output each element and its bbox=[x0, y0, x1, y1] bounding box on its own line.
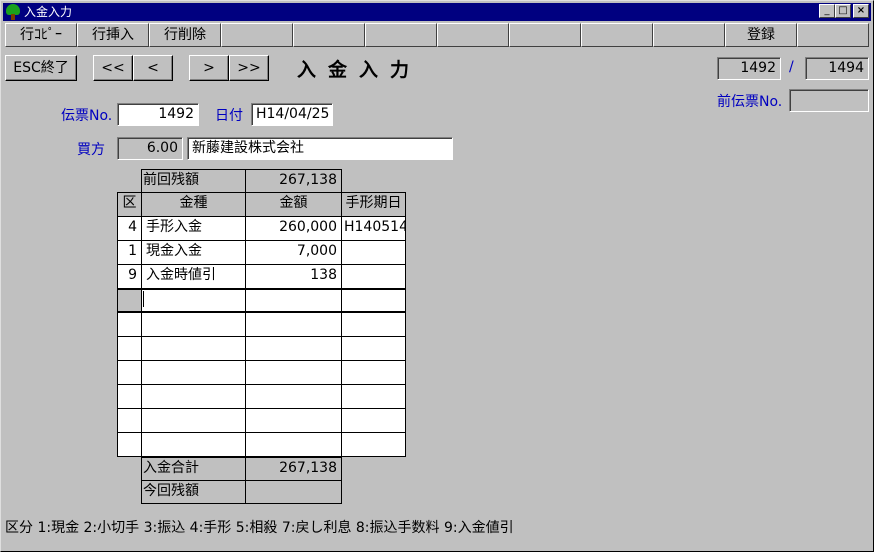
row-1-amount[interactable]: 260,000 bbox=[245, 216, 342, 241]
function-key-4[interactable] bbox=[221, 23, 293, 47]
next-record-button[interactable]: > bbox=[189, 55, 229, 81]
row-2-amount[interactable]: 7,000 bbox=[245, 240, 342, 265]
row-3-kind[interactable]: 入金時値引 bbox=[141, 264, 246, 289]
current-balance-label: 今回残額 bbox=[141, 480, 246, 504]
copy-row-button[interactable]: 行ｺﾋﾟｰ bbox=[5, 23, 77, 47]
prev-balance-value: 267,138 bbox=[245, 169, 342, 193]
function-key-7[interactable] bbox=[437, 23, 509, 47]
screen-title: 入金入力 bbox=[297, 59, 422, 81]
row-1-due[interactable]: H140514 bbox=[341, 216, 406, 241]
close-icon[interactable]: × bbox=[853, 4, 869, 18]
grid-empty-cell[interactable] bbox=[141, 408, 246, 433]
col-kubun-header: 区 bbox=[117, 192, 142, 217]
prev-voucher-field bbox=[789, 89, 869, 112]
grid-empty-cell[interactable] bbox=[341, 408, 406, 433]
date-label: 日付 bbox=[215, 108, 243, 124]
row-4-kind[interactable] bbox=[141, 288, 246, 313]
row-4-amount[interactable] bbox=[245, 288, 342, 313]
grid-empty-cell[interactable] bbox=[341, 384, 406, 409]
prev-balance-label: 前回残額 bbox=[141, 169, 246, 193]
grid-empty-cell[interactable] bbox=[117, 408, 142, 433]
grid-empty-cell[interactable] bbox=[245, 336, 342, 361]
function-key-6[interactable] bbox=[365, 23, 437, 47]
function-key-9[interactable] bbox=[581, 23, 653, 47]
grid-empty-cell[interactable] bbox=[245, 360, 342, 385]
row-2-due[interactable] bbox=[341, 240, 406, 265]
row-3-amount[interactable]: 138 bbox=[245, 264, 342, 289]
grid-empty-cell[interactable] bbox=[245, 408, 342, 433]
grid-empty-cell[interactable] bbox=[141, 432, 246, 457]
payment-total-label: 入金合計 bbox=[141, 457, 246, 481]
first-record-button[interactable]: << bbox=[93, 55, 133, 81]
col-amount-header: 金額 bbox=[245, 192, 342, 217]
row-3-kubun[interactable]: 9 bbox=[117, 264, 142, 289]
app-window: 入金入力 _ □ × 行ｺﾋﾟｰ 行挿入 行削除 登録 ESC終了 << < >… bbox=[0, 0, 874, 552]
maximize-icon[interactable]: □ bbox=[835, 4, 851, 18]
grid-empty-cell[interactable] bbox=[117, 312, 142, 337]
grid-empty-cell[interactable] bbox=[245, 432, 342, 457]
title-bar[interactable]: 入金入力 _ □ × bbox=[3, 3, 871, 21]
row-4-kubun[interactable] bbox=[117, 288, 142, 313]
grid-empty-cell[interactable] bbox=[141, 360, 246, 385]
row-2-kind[interactable]: 現金入金 bbox=[141, 240, 246, 265]
voucher-no-label: 伝票No. bbox=[61, 108, 113, 124]
current-record-field: 1492 bbox=[717, 57, 781, 80]
register-button[interactable]: 登録 bbox=[725, 23, 797, 47]
category-legend: 区分 1:現金 2:小切手 3:振込 4:手形 5:相殺 7:戻し利息 8:振込… bbox=[5, 520, 514, 536]
last-record-button[interactable]: >> bbox=[229, 55, 269, 81]
window-title: 入金入力 bbox=[24, 5, 73, 19]
function-key-5[interactable] bbox=[293, 23, 365, 47]
current-balance-value bbox=[245, 480, 342, 504]
grid-empty-cell[interactable] bbox=[341, 336, 406, 361]
grid-empty-cell[interactable] bbox=[117, 360, 142, 385]
grid-empty-cell[interactable] bbox=[141, 384, 246, 409]
buyer-code-input[interactable]: 6.00 bbox=[117, 137, 183, 160]
grid-empty-cell[interactable] bbox=[341, 312, 406, 337]
date-input[interactable]: H14/04/25 bbox=[251, 103, 333, 126]
tree-app-icon[interactable] bbox=[5, 4, 21, 20]
grid-empty-cell[interactable] bbox=[117, 384, 142, 409]
row-2-kubun[interactable]: 1 bbox=[117, 240, 142, 265]
buyer-label: 買方 bbox=[77, 142, 105, 158]
total-records-field: 1494 bbox=[805, 57, 869, 80]
function-key-8[interactable] bbox=[509, 23, 581, 47]
row-3-due[interactable] bbox=[341, 264, 406, 289]
buyer-name-field: 新藤建設株式会社 bbox=[187, 137, 453, 160]
function-bar: 行ｺﾋﾟｰ 行挿入 行削除 登録 bbox=[5, 23, 869, 47]
grid-empty-cell[interactable] bbox=[245, 312, 342, 337]
row-1-kind[interactable]: 手形入金 bbox=[141, 216, 246, 241]
grid-empty-cell[interactable] bbox=[245, 384, 342, 409]
grid-empty-cell[interactable] bbox=[141, 312, 246, 337]
minimize-icon[interactable]: _ bbox=[819, 4, 835, 18]
grid-empty-cell[interactable] bbox=[117, 336, 142, 361]
col-kind-header: 金種 bbox=[141, 192, 246, 217]
grid-empty-cell[interactable] bbox=[141, 336, 246, 361]
grid-empty-cell[interactable] bbox=[341, 432, 406, 457]
row-1-kubun[interactable]: 4 bbox=[117, 216, 142, 241]
grid-empty-cell[interactable] bbox=[341, 360, 406, 385]
insert-row-button[interactable]: 行挿入 bbox=[77, 23, 149, 47]
esc-exit-button[interactable]: ESC終了 bbox=[5, 55, 77, 81]
voucher-no-input[interactable]: 1492 bbox=[117, 103, 199, 126]
function-key-10[interactable] bbox=[653, 23, 725, 47]
prev-record-button[interactable]: < bbox=[133, 55, 173, 81]
record-separator: / bbox=[789, 59, 794, 75]
function-key-12[interactable] bbox=[797, 23, 869, 47]
grid-empty-cell[interactable] bbox=[117, 432, 142, 457]
delete-row-button[interactable]: 行削除 bbox=[149, 23, 221, 47]
payment-total-value: 267,138 bbox=[245, 457, 342, 481]
row-4-due[interactable] bbox=[341, 288, 406, 313]
prev-voucher-label: 前伝票No. bbox=[717, 94, 783, 110]
col-due-header: 手形期日 bbox=[341, 192, 406, 217]
text-cursor bbox=[143, 291, 144, 307]
